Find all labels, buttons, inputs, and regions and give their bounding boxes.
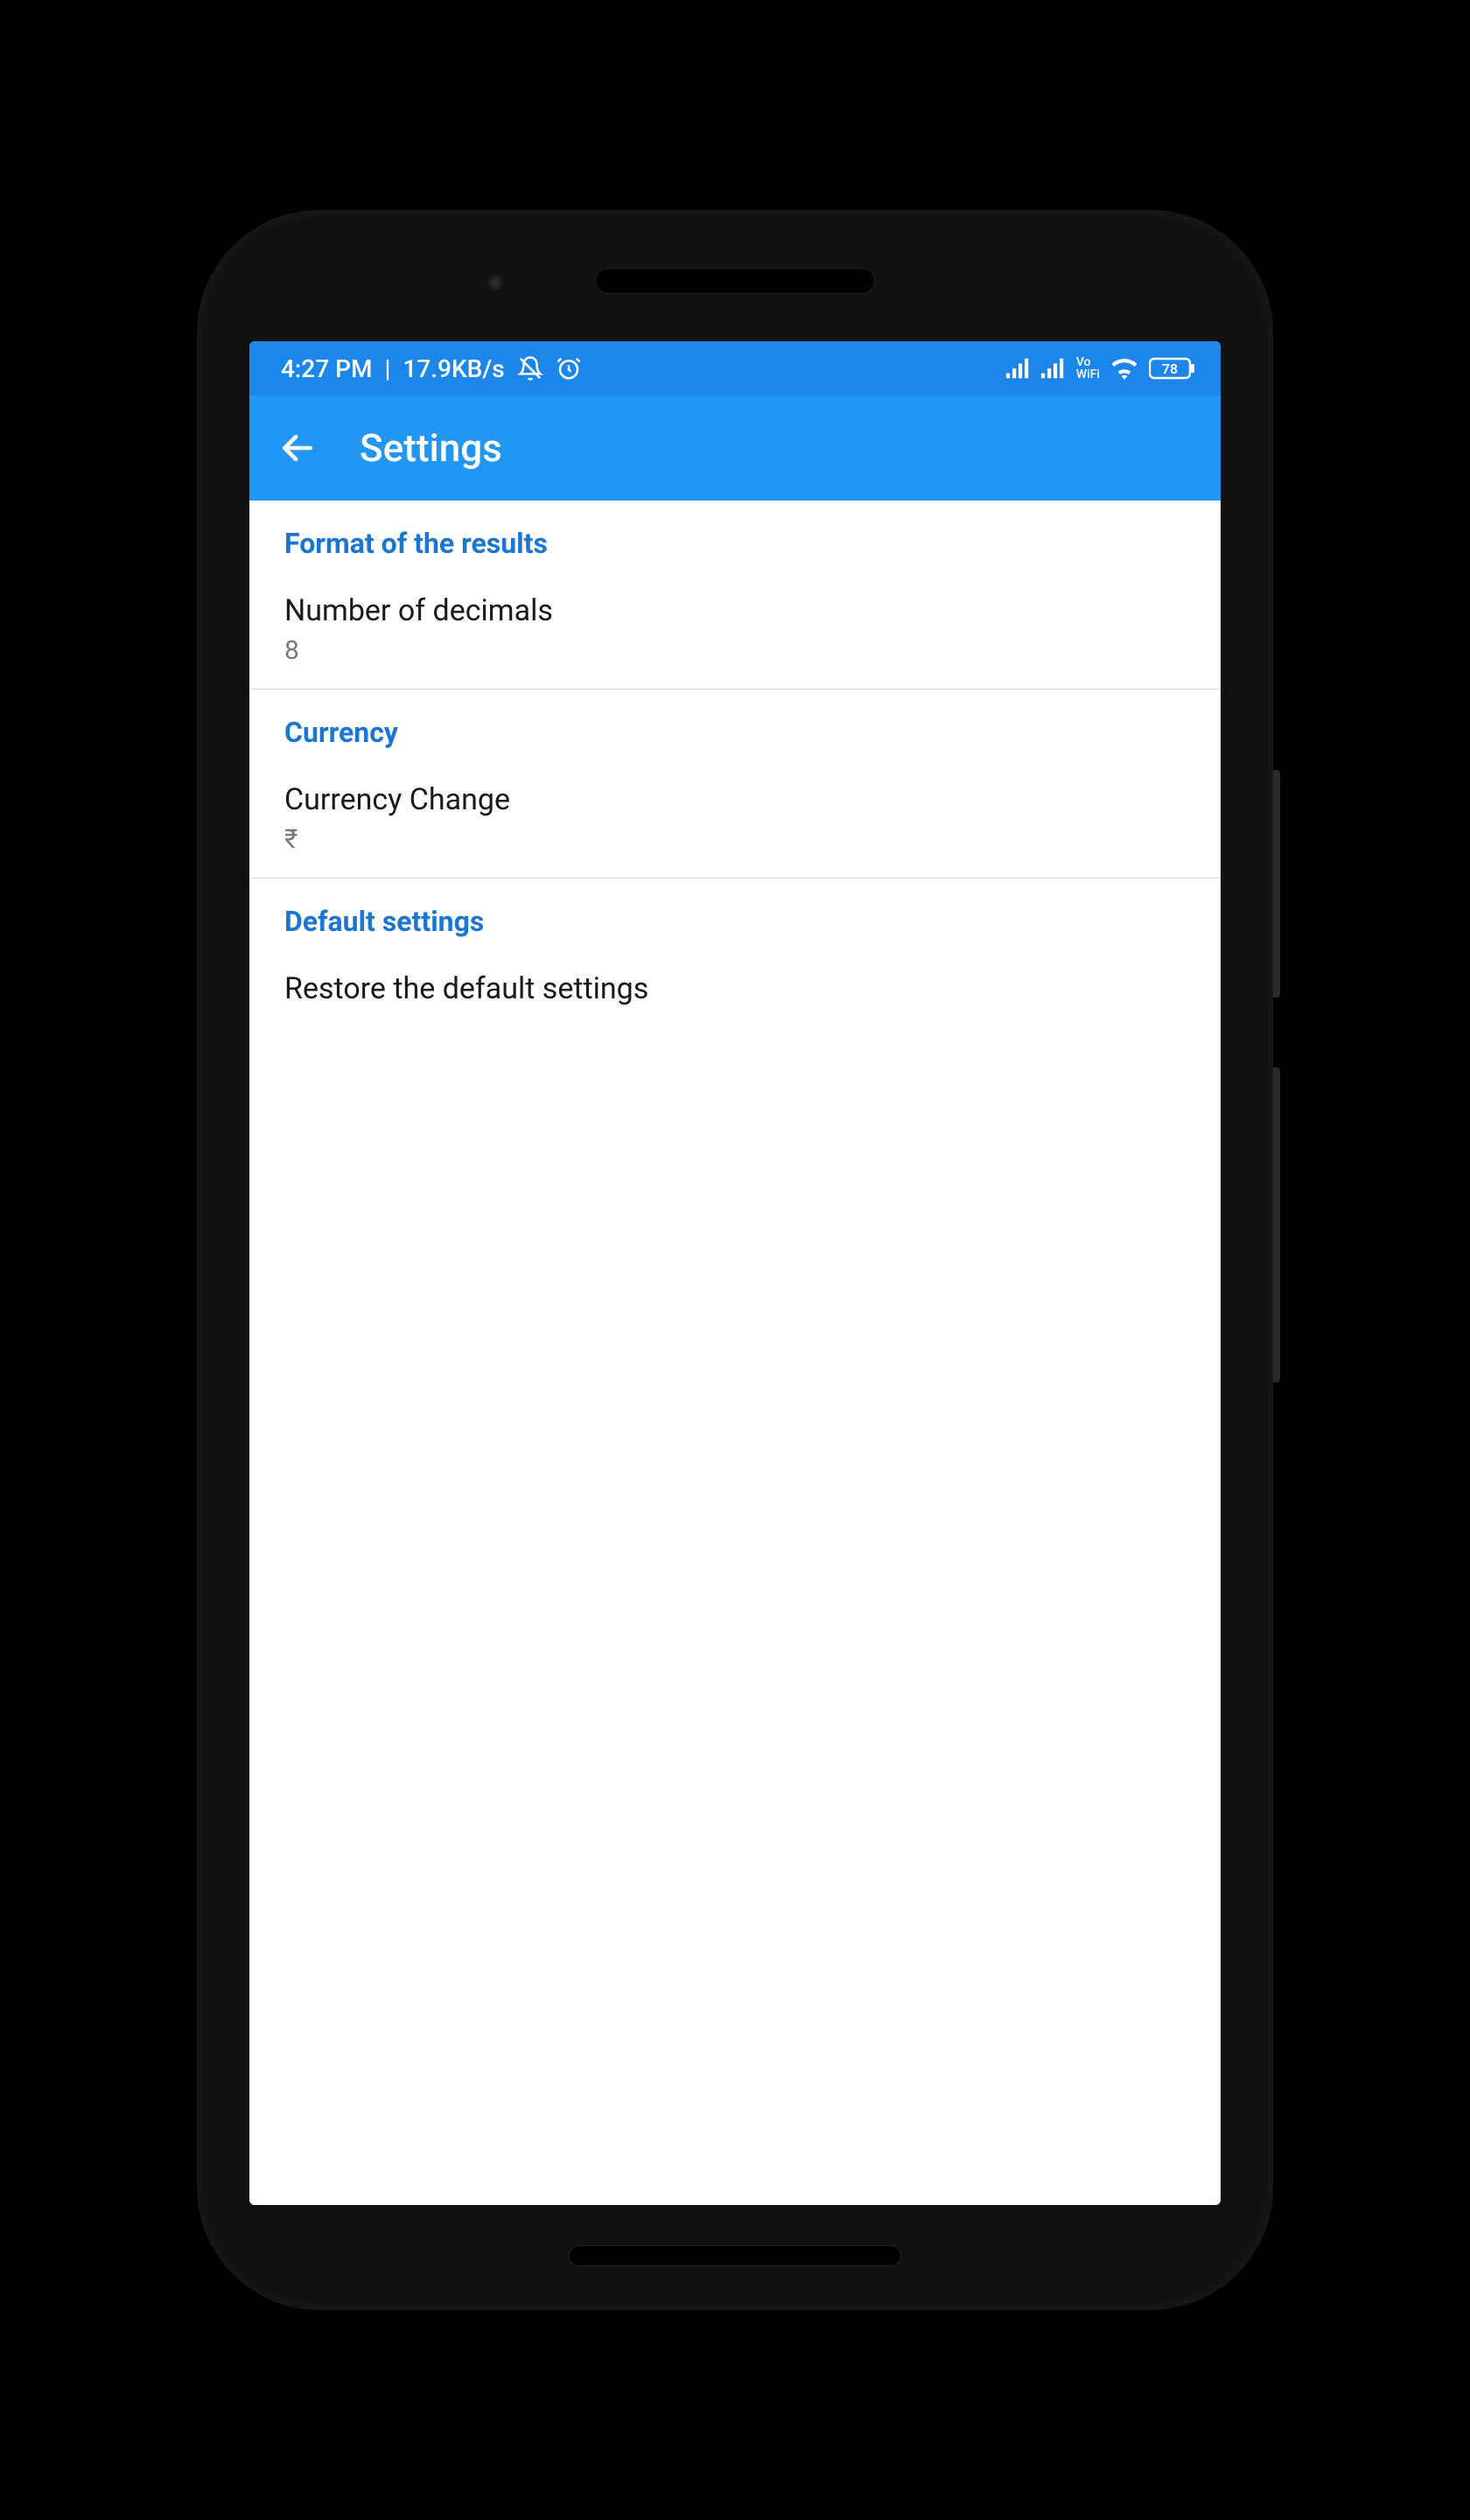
settings-content: Format of the results Number of decimals…	[249, 500, 1221, 2205]
phone-device-frame: 4:27 PM | 17.9KB/s	[197, 210, 1273, 2310]
phone-front-camera	[486, 273, 505, 292]
status-right: Vo WiFi 78	[1006, 356, 1196, 381]
setting-title: Restore the default settings	[284, 971, 1186, 1006]
setting-value: 8	[284, 635, 1186, 666]
signal-2-icon	[1041, 358, 1066, 379]
back-button[interactable]	[274, 424, 321, 472]
screen: 4:27 PM | 17.9KB/s	[249, 341, 1221, 2205]
alarm-icon	[556, 355, 582, 382]
wifi-icon	[1110, 357, 1138, 380]
phone-bottom-speaker	[569, 2245, 901, 2266]
setting-number-of-decimals[interactable]: Number of decimals 8	[249, 574, 1221, 666]
section-format: Format of the results Number of decimals…	[249, 500, 1221, 690]
section-header-currency: Currency	[249, 690, 1221, 763]
page-title: Settings	[360, 425, 502, 471]
dnd-off-icon	[517, 355, 543, 382]
app-bar: Settings	[249, 396, 1221, 500]
status-separator: |	[384, 354, 390, 383]
arrow-left-icon	[278, 429, 317, 467]
phone-earpiece	[595, 268, 875, 294]
setting-title: Currency Change	[284, 782, 1186, 817]
section-header-defaults: Default settings	[249, 878, 1221, 952]
setting-value: ₹	[284, 824, 1186, 855]
battery-level-text: 78	[1162, 360, 1178, 377]
phone-power-button	[1273, 1068, 1280, 1382]
section-defaults: Default settings Restore the default set…	[249, 878, 1221, 1036]
setting-restore-defaults[interactable]: Restore the default settings	[249, 952, 1221, 1006]
vowifi-icon: Vo WiFi	[1076, 356, 1100, 381]
section-header-format: Format of the results	[249, 500, 1221, 574]
battery-icon: 78	[1149, 356, 1196, 381]
status-net-speed: 17.9KB/s	[402, 354, 504, 383]
phone-volume-button	[1273, 770, 1280, 998]
setting-currency-change[interactable]: Currency Change ₹	[249, 763, 1221, 855]
section-currency: Currency Currency Change ₹	[249, 690, 1221, 878]
status-left: 4:27 PM | 17.9KB/s	[281, 354, 582, 383]
setting-title: Number of decimals	[284, 593, 1186, 628]
status-bar: 4:27 PM | 17.9KB/s	[249, 341, 1221, 396]
status-time: 4:27 PM	[281, 354, 372, 383]
signal-1-icon	[1006, 358, 1031, 379]
